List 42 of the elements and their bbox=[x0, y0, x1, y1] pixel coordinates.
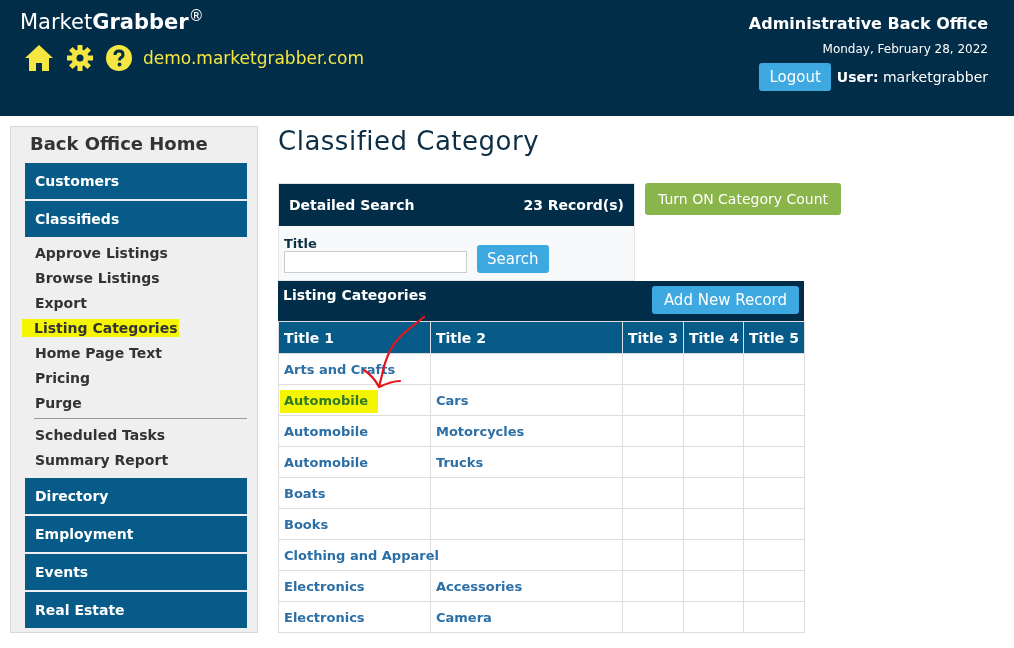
sidebar-section[interactable]: Real Estate bbox=[25, 592, 247, 628]
title-input-field[interactable] bbox=[284, 251, 467, 273]
sidebar-item[interactable]: Home Page Text bbox=[34, 343, 163, 362]
record-count: 23 Record(s) bbox=[523, 197, 624, 213]
table-title: Listing Categories bbox=[283, 287, 427, 303]
field-label: Title bbox=[284, 236, 318, 251]
sidebar-item[interactable]: Listing Categories bbox=[22, 318, 179, 337]
category-link[interactable]: Cars bbox=[436, 392, 469, 408]
office-title: Administrative Back Office bbox=[748, 14, 988, 33]
sidebar-section[interactable]: Employment bbox=[25, 516, 247, 552]
column-header: Title 5 bbox=[743, 321, 805, 354]
category-link[interactable]: Trucks bbox=[436, 454, 484, 470]
sidebar-title[interactable]: Back Office Home bbox=[25, 133, 247, 163]
settings-icon[interactable] bbox=[67, 45, 93, 71]
sidebar-section[interactable]: Directory bbox=[25, 478, 247, 514]
sidebar-item[interactable]: Pricing bbox=[34, 368, 92, 387]
home-icon[interactable] bbox=[24, 44, 54, 72]
column-header: Title 1 bbox=[278, 321, 431, 354]
sidebar-section[interactable]: Events bbox=[25, 554, 247, 590]
column-header: Title 4 bbox=[683, 321, 744, 354]
sidebar-section[interactable]: Customers bbox=[25, 163, 247, 199]
user-text: User: marketgrabber bbox=[836, 69, 988, 85]
help-icon[interactable] bbox=[106, 45, 132, 71]
category-link[interactable]: Books bbox=[284, 516, 329, 532]
sidebar-item[interactable]: Approve Listings bbox=[34, 243, 169, 262]
category-link[interactable]: Camera bbox=[436, 609, 492, 625]
column-header: Title 2 bbox=[430, 321, 623, 354]
brand-logo: MarketGrabber$^{®}$ bbox=[20, 7, 205, 34]
category-link[interactable]: Clothing and Apparel bbox=[284, 547, 439, 563]
sidebar-section[interactable]: Classifieds bbox=[25, 201, 247, 237]
page-title: Classified Category bbox=[278, 126, 541, 156]
sidebar-item[interactable]: Export bbox=[34, 293, 88, 312]
category-link[interactable]: Boats bbox=[284, 485, 326, 501]
search-panel-title: Detailed Search bbox=[289, 197, 415, 213]
sidebar-item[interactable]: Browse Listings bbox=[34, 268, 161, 287]
site-link[interactable]: demo.marketgrabber.com bbox=[143, 48, 365, 68]
sidebar-item[interactable]: Scheduled Tasks bbox=[34, 425, 167, 444]
sidebar-item[interactable]: Purge bbox=[34, 393, 83, 412]
sidebar-item[interactable]: Summary Report bbox=[34, 450, 170, 469]
category-link[interactable]: Automobile bbox=[280, 389, 378, 413]
date-text: Monday, February 28, 2022 bbox=[822, 42, 988, 56]
column-header: Title 3 bbox=[622, 321, 684, 354]
